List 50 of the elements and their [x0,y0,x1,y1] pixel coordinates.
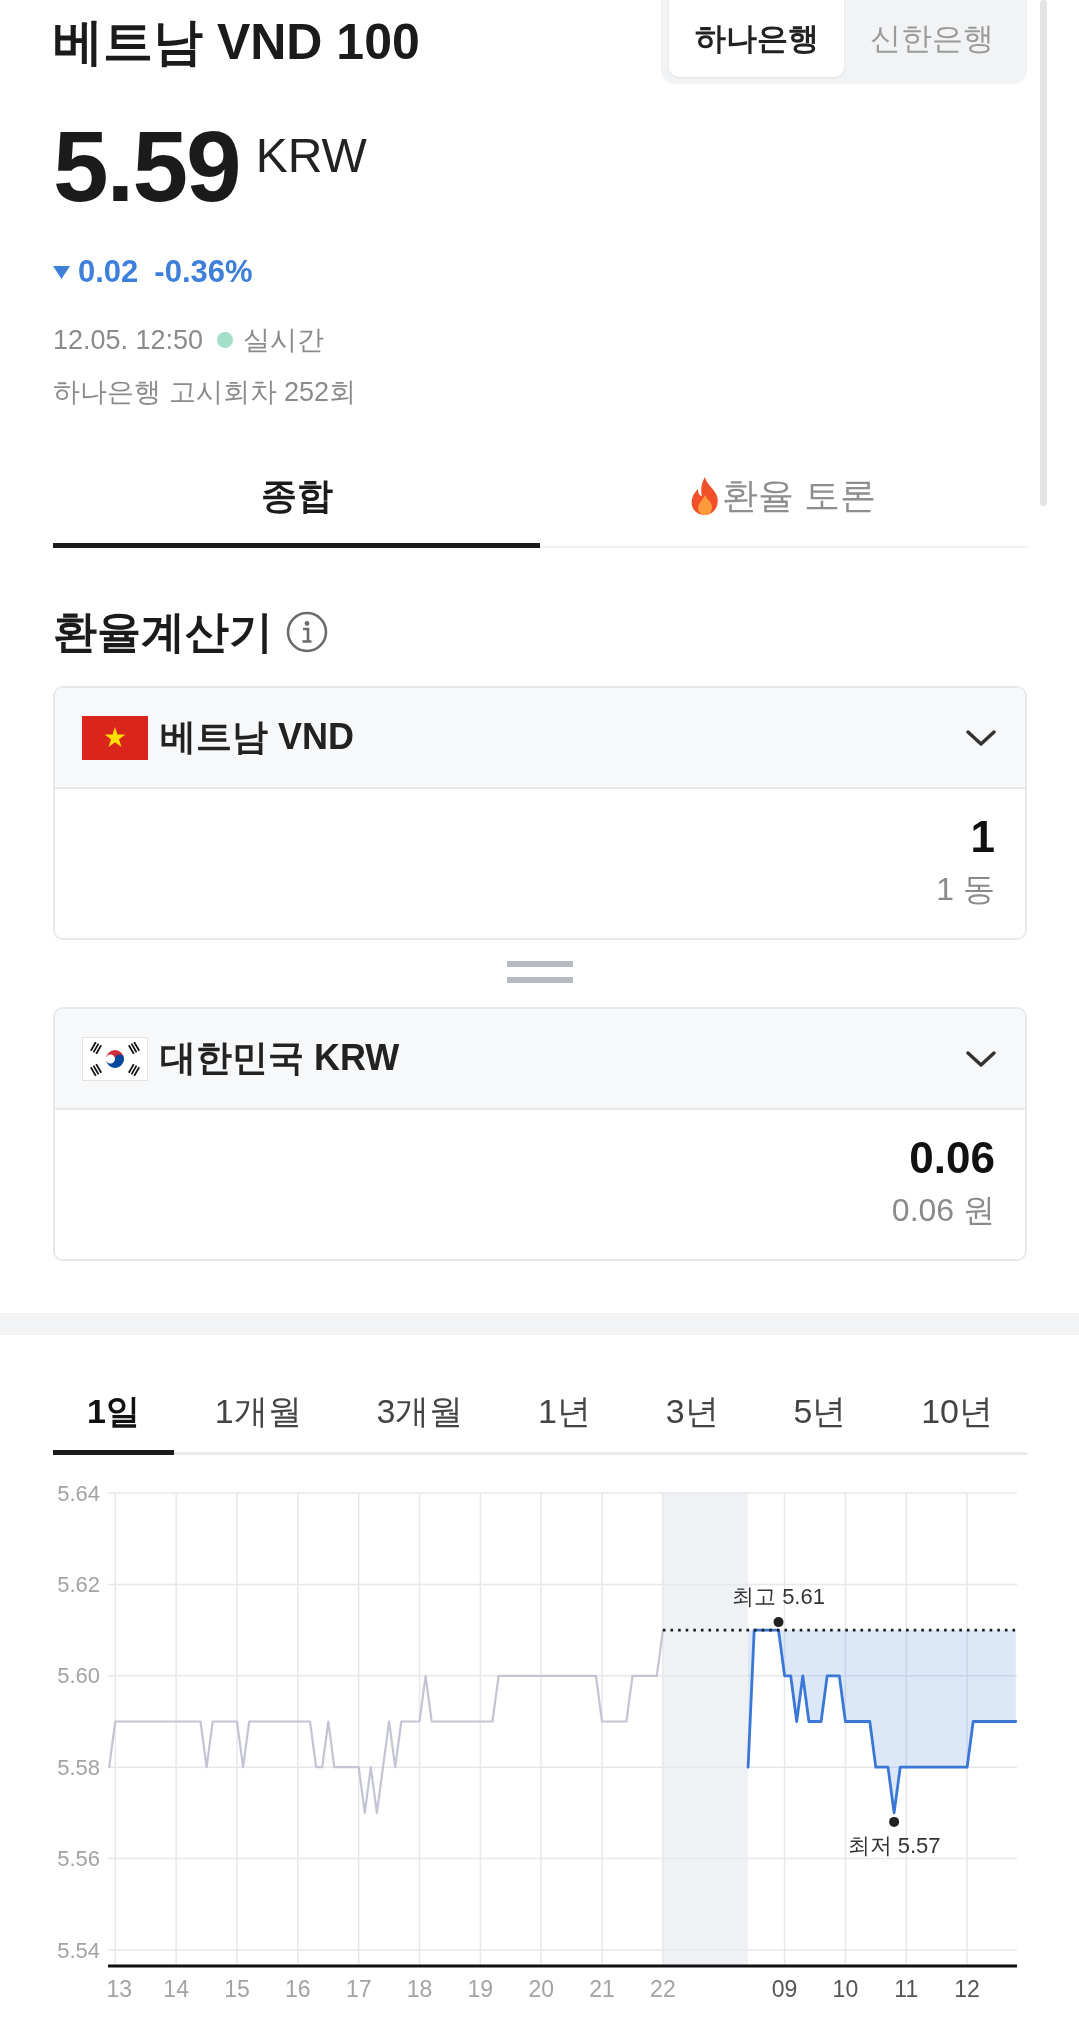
period-tab[interactable]: 10년 [887,1373,1027,1455]
change-amount: 0.02 [78,254,139,290]
section-title: 환율계산기 [53,606,273,658]
equals-icon [507,961,573,983]
x-axis-label: 18 [406,1976,433,2002]
x-axis-label: 17 [345,1976,372,2002]
x-axis-label: 16 [285,1976,311,2002]
y-axis-label: 5.54 [57,1937,100,1963]
period-tab[interactable]: 1일 [53,1373,174,1455]
info-icon[interactable] [286,611,328,653]
y-axis-label: 5.62 [57,1571,100,1597]
period-tab[interactable]: 3개월 [342,1373,498,1455]
y-axis-label: 5.60 [57,1663,100,1689]
currency-dropdown[interactable]: 베트남 VND [55,688,1025,789]
amount-caption: 0.06 원 [890,1192,995,1228]
point-label: 최고 5.61 [732,1583,825,1609]
x-axis-label: 14 [163,1976,189,2002]
exchange-rate: 5.59 [53,116,240,216]
chevron-down-icon [965,1049,997,1068]
page-title: 베트남 VND 100 [53,13,420,72]
x-axis-label: 13 [106,1976,133,2002]
x-axis-label: 10 [832,1976,859,2002]
x-axis-label: 20 [528,1976,554,2002]
period-tab[interactable]: 1년 [504,1373,625,1455]
notice-text: 하나은행 고시회차 252회 [53,376,358,409]
currency-dropdown[interactable]: 대한민국 KRW [55,1009,1025,1110]
chevron-down-icon [965,728,997,747]
currency-unit: KRW [255,132,367,180]
change-percent: -0.36% [154,254,253,290]
period-tab[interactable]: 1개월 [180,1373,336,1455]
period-tab[interactable]: 3년 [631,1373,753,1455]
x-axis-label: 22 [650,1976,676,2002]
live-label: 실시간 [243,324,325,357]
point-marker-icon [889,1816,900,1827]
tab[interactable]: 종합 [53,445,540,548]
x-axis-label: 09 [771,1976,798,2002]
y-axis-label: 5.64 [57,1480,100,1506]
x-axis-label: 21 [589,1976,615,2002]
y-axis-label: 5.56 [57,1846,100,1872]
x-axis-label: 19 [467,1976,494,2002]
bank-tab[interactable]: 하나은행 [669,0,844,77]
timestamp: 12.05. 12:50 [53,324,204,356]
amount-caption: 1 동 [935,871,995,907]
x-axis-label: 11 [894,1976,919,2002]
period-tab[interactable]: 5년 [759,1373,881,1455]
point-label: 최저 5.57 [847,1833,941,1859]
x-axis-label: 12 [954,1976,980,2002]
x-axis-label: 15 [224,1976,250,2002]
point-marker-icon [773,1617,784,1628]
y-axis-label: 5.58 [57,1754,100,1780]
